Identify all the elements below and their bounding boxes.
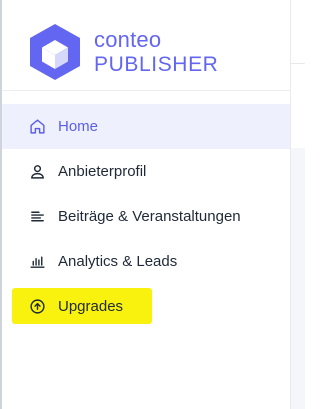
main-content-edge xyxy=(290,0,305,409)
user-icon xyxy=(28,163,46,181)
sidebar-divider xyxy=(2,90,290,91)
content-area-edge xyxy=(291,148,305,409)
arrow-up-circle-icon xyxy=(28,298,46,316)
list-icon xyxy=(28,208,46,226)
sidebar-item-label: Beiträge & Veranstaltungen xyxy=(58,208,241,225)
sidebar-item-analytics[interactable]: Analytics & Leads xyxy=(2,239,290,284)
sidebar-item-anbieterprofil[interactable]: Anbieterprofil xyxy=(2,149,290,194)
sidebar-item-label: Anbieterprofil xyxy=(58,163,147,180)
sidebar-nav: Home Anbieterprofil Beiträge & Veranstal… xyxy=(2,104,290,329)
sidebar-item-label: Home xyxy=(58,118,99,135)
sidebar-item-beitraege[interactable]: Beiträge & Veranstaltungen xyxy=(2,194,290,239)
brand-product: PUBLISHER xyxy=(94,53,219,76)
home-icon xyxy=(28,118,46,136)
cube-logo-icon xyxy=(30,24,80,80)
brand-name: conteo xyxy=(94,27,162,52)
sidebar-item-label: Analytics & Leads xyxy=(58,253,178,270)
brand-wordmark: conteo PUBLISHER xyxy=(94,27,219,76)
sidebar-item-home[interactable]: Home xyxy=(2,104,290,149)
bar-chart-icon xyxy=(28,253,46,271)
sidebar-item-label: Upgrades xyxy=(58,298,124,315)
app-frame: conteo PUBLISHER Home Anbieterprofil Bei… xyxy=(0,0,305,409)
sidebar-item-upgrades[interactable]: Upgrades xyxy=(2,284,290,329)
brand-logo[interactable]: conteo PUBLISHER xyxy=(28,22,218,82)
top-bar-edge xyxy=(291,0,305,64)
